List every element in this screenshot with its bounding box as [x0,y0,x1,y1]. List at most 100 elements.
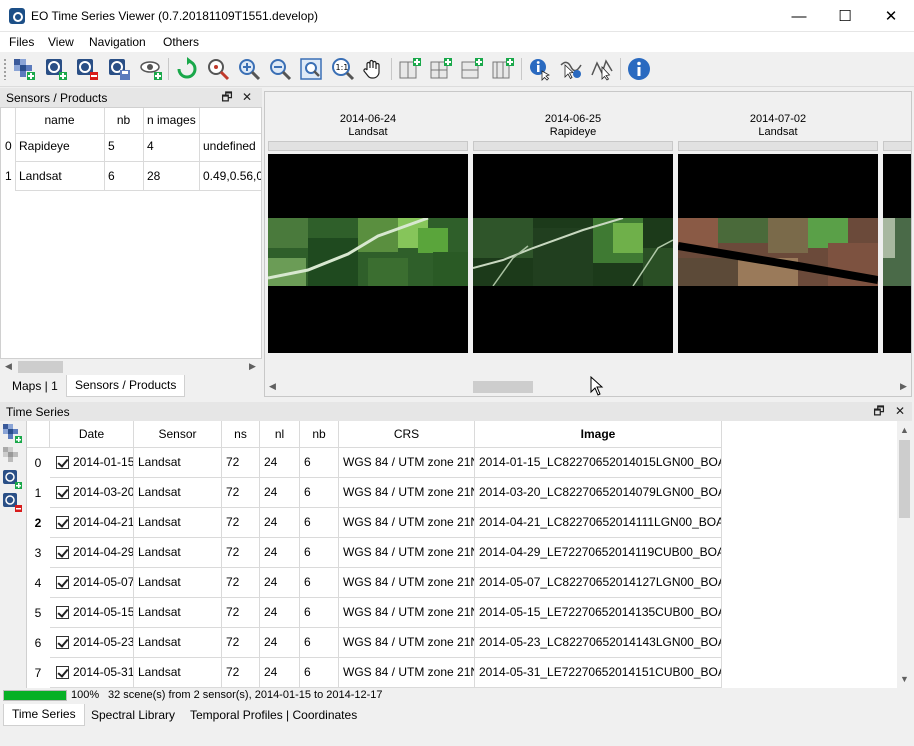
add-raster-icon[interactable] [11,56,37,82]
sensor-cell[interactable]: Landsat [134,508,222,538]
nl-cell[interactable]: 24 [260,508,300,538]
table-row[interactable]: 0 2014-01-15 Landsat 72 24 6 WGS 84 / UT… [27,448,723,478]
date-cell[interactable]: 2014-05-31 [50,658,134,688]
tab-spectral-library[interactable]: Spectral Library [82,704,184,726]
float-panel-icon[interactable]: 🗗 [871,403,887,419]
row-checkbox[interactable] [56,636,69,649]
column-header-image[interactable]: Image [475,421,722,448]
close-window-button[interactable]: ✕ [868,0,914,32]
date-cell[interactable]: 2014-03-20 [50,478,134,508]
nb-cell[interactable]: 6 [300,598,339,628]
map-add-4-icon[interactable] [490,56,516,82]
row-checkbox[interactable] [56,606,69,619]
map-header-bar[interactable] [678,141,878,151]
add-sensor-icon[interactable] [43,56,69,82]
image-cell[interactable]: 2014-05-15_LE72270652014135CUB00_BOA.tif [475,598,722,628]
table-row[interactable]: 3 2014-04-29 Landsat 72 24 6 WGS 84 / UT… [27,538,723,568]
nb-cell[interactable]: 6 [300,658,339,688]
row-checkbox[interactable] [56,546,69,559]
image-cell[interactable]: 2014-01-15_LC82270652014015LGN00_BOA.tif [475,448,722,478]
ns-cell[interactable]: 72 [222,508,260,538]
crs-cell[interactable]: WGS 84 / UTM zone 21N [339,658,475,688]
minimize-button[interactable]: — [776,0,822,32]
column-header-date[interactable]: Date [50,421,134,448]
map-image[interactable] [473,154,673,353]
image-cell[interactable]: 2014-05-31_LE72270652014151CUB00_BOA.tif [475,658,722,688]
nl-cell[interactable]: 24 [260,568,300,598]
image-cell[interactable]: 2014-05-07_LC82270652014127LGN00_BOA.tif [475,568,722,598]
zoom-out-icon[interactable] [267,56,293,82]
sensor-wavelength-cell[interactable]: undefined [203,139,261,153]
info-icon[interactable] [626,56,652,82]
menu-navigation[interactable]: Navigation [89,35,146,49]
table-row[interactable]: 1 2014-03-20 Landsat 72 24 6 WGS 84 / UT… [27,478,723,508]
table-row[interactable]: 7 2014-05-31 Landsat 72 24 6 WGS 84 / UT… [27,658,723,688]
scroll-right-icon[interactable]: ▶ [896,379,911,394]
table-row[interactable]: 6 2014-05-23 Landsat 72 24 6 WGS 84 / UT… [27,628,723,658]
scroll-left-icon[interactable]: ◀ [265,379,280,394]
ns-cell[interactable]: 72 [222,628,260,658]
menu-others[interactable]: Others [163,35,199,49]
scroll-down-icon[interactable]: ▼ [897,672,912,687]
column-header-sensor[interactable]: Sensor [134,421,222,448]
add-raster-icon[interactable] [2,423,22,443]
nb-cell[interactable]: 6 [300,508,339,538]
toolbar-grip[interactable] [3,58,7,80]
map-image[interactable] [268,154,468,353]
crs-cell[interactable]: WGS 84 / UTM zone 21N [339,568,475,598]
column-header-nb[interactable]: nb [300,421,339,448]
crs-cell[interactable]: WGS 84 / UTM zone 21N [339,478,475,508]
date-cell[interactable]: 2014-04-29 [50,538,134,568]
date-cell[interactable]: 2014-05-15 [50,598,134,628]
sensor-n-images-cell[interactable]: 28 [147,169,160,183]
map-image[interactable] [678,154,878,353]
row-checkbox[interactable] [56,456,69,469]
row-checkbox[interactable] [56,666,69,679]
table-row[interactable]: 5 2014-05-15 Landsat 72 24 6 WGS 84 / UT… [27,598,723,628]
nl-cell[interactable]: 24 [260,628,300,658]
nl-cell[interactable]: 24 [260,448,300,478]
temporal-profile-icon[interactable] [589,56,615,82]
sensor-cell[interactable]: Landsat [134,538,222,568]
zoom-native-icon[interactable]: 1:1 [330,56,356,82]
close-panel-icon[interactable]: ✕ [892,403,908,419]
column-header-nl[interactable]: nl [260,421,300,448]
map-add-3-icon[interactable] [459,56,485,82]
column-header-name[interactable]: name [15,113,104,138]
menu-files[interactable]: Files [9,35,34,49]
pan-hand-icon[interactable] [360,56,386,82]
sensor-nb-cell[interactable]: 6 [108,169,115,183]
nb-cell[interactable]: 6 [300,568,339,598]
remove-raster-icon[interactable] [2,446,22,466]
sensor-wavelength-cell[interactable]: 0.49,0.56,0. [203,169,261,183]
row-checkbox[interactable] [56,516,69,529]
tab-temporal-profiles[interactable]: Temporal Profiles | Coordinates [181,704,366,726]
crs-cell[interactable]: WGS 84 / UTM zone 21N [339,508,475,538]
sensor-nb-cell[interactable]: 5 [108,139,115,153]
tab-maps[interactable]: Maps | 1 [3,375,67,397]
scroll-right-icon[interactable]: ▶ [245,359,260,374]
image-cell[interactable]: 2014-04-21_LC82270652014111LGN00_BOA.tif [475,508,722,538]
crs-cell[interactable]: WGS 84 / UTM zone 21N [339,448,475,478]
column-header-nb[interactable]: nb [104,113,143,138]
map-image[interactable] [883,154,911,353]
crs-cell[interactable]: WGS 84 / UTM zone 21N [339,628,475,658]
menu-view[interactable]: View [48,35,74,49]
scroll-thumb[interactable] [899,440,910,518]
scroll-thumb[interactable] [473,381,533,393]
scroll-thumb[interactable] [18,361,63,373]
ns-cell[interactable]: 72 [222,538,260,568]
refresh-icon[interactable] [174,56,200,82]
ns-cell[interactable]: 72 [222,448,260,478]
sensor-cell[interactable]: Landsat [134,568,222,598]
ns-cell[interactable]: 72 [222,598,260,628]
remove-sensor-icon[interactable] [74,56,100,82]
nl-cell[interactable]: 24 [260,478,300,508]
sensor-cell[interactable]: Landsat [134,448,222,478]
close-panel-icon[interactable]: ✕ [239,89,255,105]
column-header-crs[interactable]: CRS [339,421,475,448]
row-checkbox[interactable] [56,576,69,589]
sensor-name-cell[interactable]: Rapideye [19,139,70,153]
date-cell[interactable]: 2014-05-23 [50,628,134,658]
identify-icon[interactable] [527,56,553,82]
